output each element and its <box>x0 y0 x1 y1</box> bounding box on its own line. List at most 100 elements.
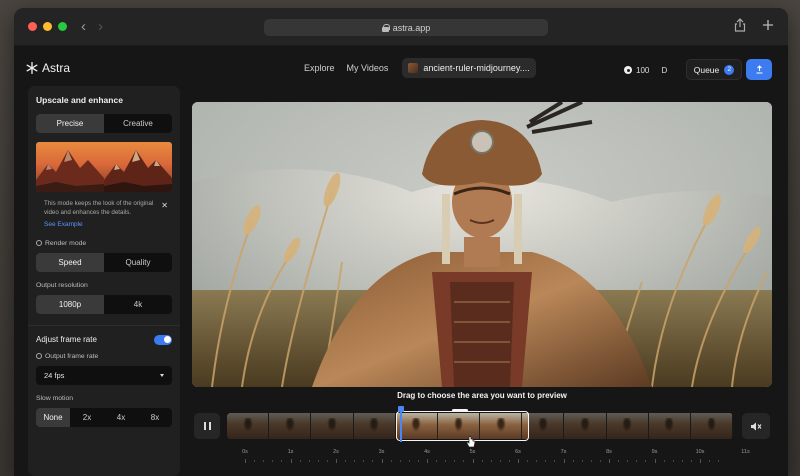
slow-motion-none-option[interactable]: None <box>36 407 70 427</box>
timeline-tick-mark <box>563 459 565 463</box>
timeline-tick-mark <box>354 460 356 462</box>
mode-description: This mode keeps the look of the original… <box>36 200 172 218</box>
timeline-tick-mark <box>536 460 538 462</box>
timeline-tick-label: 8s <box>606 449 612 455</box>
close-window-button[interactable] <box>28 22 37 31</box>
address-bar[interactable]: astra.app <box>264 19 548 36</box>
resolution-label-text: Output resolution <box>36 281 88 289</box>
astra-star-icon <box>26 62 38 74</box>
queue-button[interactable]: Queue 2 <box>686 59 742 80</box>
mode-creative-option[interactable]: Creative <box>104 114 172 133</box>
timeline-tick-mark <box>390 460 392 462</box>
lock-icon <box>381 23 390 32</box>
app-name: Astra <box>42 61 71 75</box>
avatar[interactable]: D <box>657 63 671 77</box>
slow-motion-4x-option[interactable]: 4x <box>104 408 138 427</box>
timeline-tick-mark <box>700 459 701 463</box>
credit-icon <box>624 66 632 74</box>
timeline-tick-mark <box>636 460 638 462</box>
timeline-tick-mark <box>427 459 428 463</box>
speaker-muted-icon <box>751 422 762 430</box>
timeline-tick-mark <box>326 460 328 462</box>
timeline-tick-mark <box>681 460 683 462</box>
timeline-tick-mark <box>290 459 292 463</box>
info-icon <box>36 353 42 360</box>
timeline-tick-mark <box>599 460 601 462</box>
timeline-tick-mark <box>609 459 610 463</box>
project-thumbnail <box>408 63 419 73</box>
timeline-tick-label: 3s <box>378 449 385 455</box>
share-icon[interactable] <box>734 18 746 32</box>
timeline-tick-label: 10s <box>695 449 705 455</box>
timeline-tick-mark <box>572 460 574 462</box>
timeline-tick-label: 5s <box>469 449 476 455</box>
render-quality-option[interactable]: Quality <box>104 253 172 272</box>
timeline-tick-mark <box>281 460 283 462</box>
timeline-tick-mark <box>618 460 620 462</box>
timeline-tick-mark <box>663 460 665 462</box>
timeline-tick-mark <box>436 460 438 462</box>
upload-icon <box>756 65 762 74</box>
timeline-tick-mark <box>308 460 310 462</box>
mode-precise-option[interactable]: Precise <box>36 114 104 133</box>
app-logo[interactable]: Astra <box>26 61 70 75</box>
upload-button[interactable] <box>746 59 772 80</box>
preview-range-selection[interactable] <box>396 409 529 441</box>
minimize-window-button[interactable] <box>43 22 52 31</box>
playhead[interactable] <box>398 406 404 442</box>
resolution-4k-option[interactable]: 4k <box>104 295 172 314</box>
credits-value: 100 <box>636 65 650 75</box>
chevron-down-icon <box>160 373 164 377</box>
range-drag-handle[interactable] <box>452 409 468 412</box>
pause-icon-bar-right <box>208 422 211 430</box>
timeline-tick-label: 1s <box>287 449 294 455</box>
timeline-tick-mark <box>463 460 465 462</box>
mute-button[interactable] <box>742 413 770 439</box>
preview-enhanced-image <box>104 142 172 192</box>
frame-rate-title: Adjust frame rate <box>36 335 97 345</box>
frame-rate-toggle-row: Adjust frame rate <box>36 334 172 345</box>
mode-description-text: This mode keeps the look of the original… <box>44 200 154 216</box>
timeline-tick-mark <box>299 460 301 462</box>
timeline-tick-mark <box>490 460 492 462</box>
pause-icon-bar-left <box>203 422 206 430</box>
pause-button[interactable] <box>194 413 220 439</box>
forward-arrow-icon[interactable]: › <box>98 19 103 34</box>
drag-hint: Drag to choose the area you want to prev… <box>397 391 567 400</box>
video-preview[interactable] <box>192 102 772 387</box>
project-selector[interactable]: ancient-ruler-midjourney.... <box>402 58 536 78</box>
timeline-tick-mark <box>254 460 256 462</box>
maximize-window-button[interactable] <box>58 22 67 31</box>
timeline-tick-mark <box>454 460 456 462</box>
timeline-tick-label: 4s <box>424 449 430 455</box>
new-tab-icon[interactable] <box>762 19 774 31</box>
timeline-tick-mark <box>272 460 274 462</box>
resolution-1080p-option[interactable]: 1080p <box>36 294 104 314</box>
info-icon <box>36 240 42 247</box>
see-example-link[interactable]: See Example <box>36 221 172 228</box>
timeline-tick-mark <box>581 460 583 462</box>
slow-motion-8x-option[interactable]: 8x <box>138 408 172 427</box>
timeline-tick-mark <box>554 460 556 462</box>
back-arrow-icon[interactable]: ‹ <box>81 19 86 34</box>
render-speed-option[interactable]: Speed <box>36 252 104 272</box>
resolution-label: Output resolution <box>36 282 172 289</box>
timeline-tick-mark <box>472 459 474 463</box>
close-icon[interactable]: ✕ <box>161 200 168 212</box>
timeline-tick-mark <box>345 460 347 462</box>
timeline-tick-mark <box>481 460 483 462</box>
nav-my-videos[interactable]: My Videos <box>341 63 395 73</box>
top-nav: Explore My Videos ancient-ruler-midjourn… <box>298 58 536 78</box>
timeline-tick-mark <box>408 460 410 462</box>
timeline-tick-mark <box>672 460 674 462</box>
render-mode-label: Render mode <box>36 240 172 247</box>
slow-motion-2x-option[interactable]: 2x <box>70 408 104 427</box>
timeline-tick-mark <box>627 460 629 462</box>
frame-rate-dropdown[interactable]: 24 fps <box>36 365 172 385</box>
frame-rate-toggle[interactable] <box>154 334 172 345</box>
timeline-tick-mark <box>336 459 337 463</box>
timeline-tick-mark <box>527 460 529 462</box>
nav-explore[interactable]: Explore <box>298 63 341 73</box>
credits-counter[interactable]: 100 D <box>624 63 671 77</box>
output-frame-rate-label: Output frame rate <box>36 353 172 360</box>
